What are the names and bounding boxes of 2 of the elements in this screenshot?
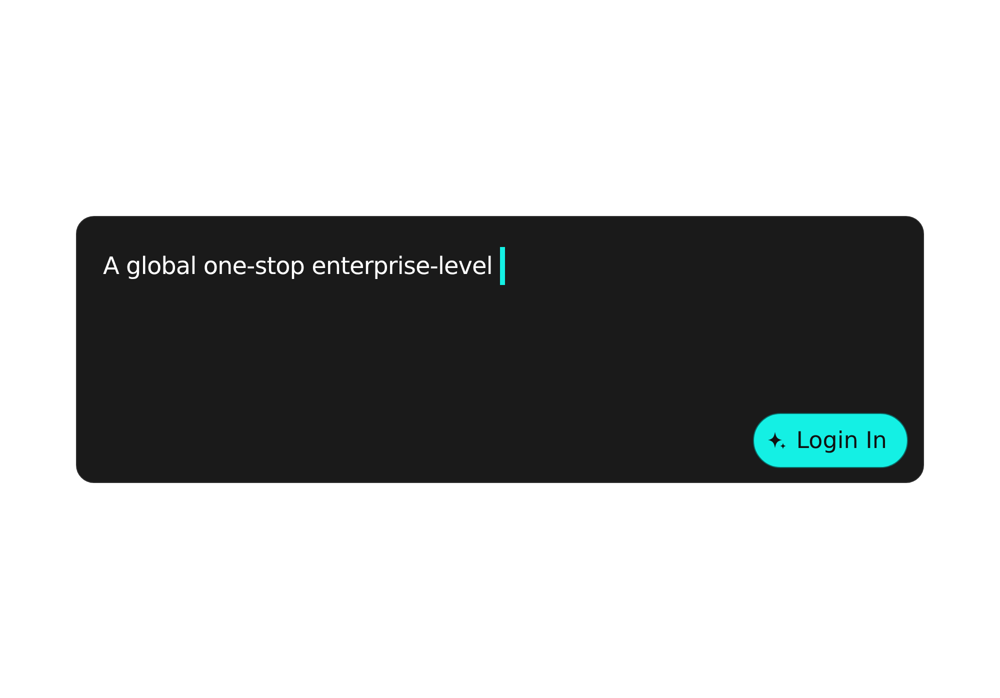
prompt-text[interactable]: A global one-stop enterprise-level	[103, 252, 492, 280]
login-button[interactable]: Login In	[753, 413, 908, 468]
